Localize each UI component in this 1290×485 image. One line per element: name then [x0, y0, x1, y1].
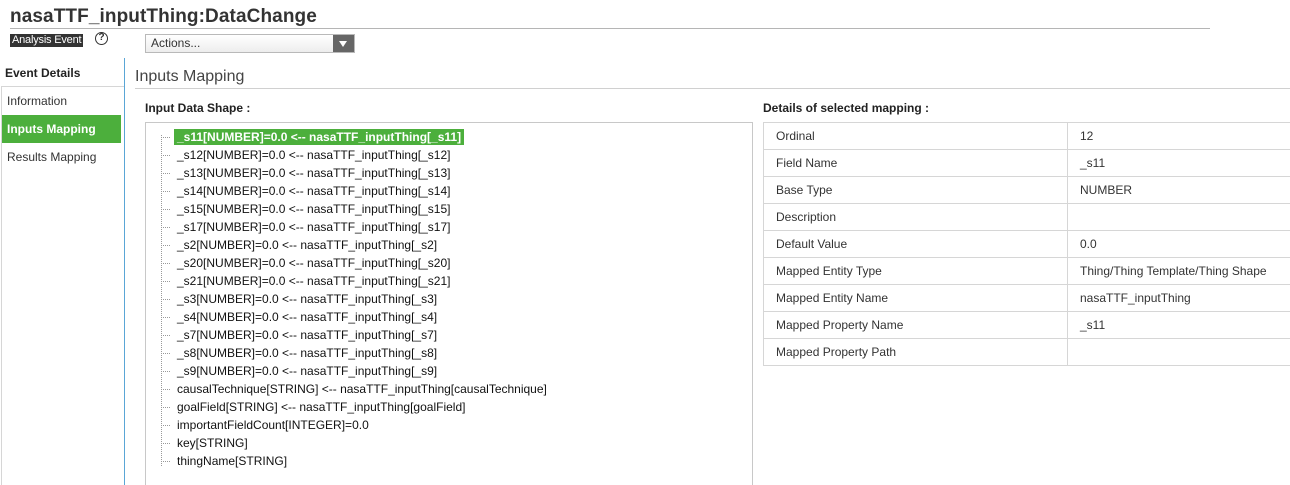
detail-value: _s11	[1067, 311, 1290, 339]
table-row: Mapped Property Path	[763, 338, 1290, 366]
table-row: Ordinal 12	[763, 122, 1290, 150]
tree-node-label: _s14[NUMBER]=0.0 <-- nasaTTF_inputThing[…	[177, 184, 451, 198]
tree-node-label: _s3[NUMBER]=0.0 <-- nasaTTF_inputThing[_…	[177, 292, 438, 306]
actions-dropdown[interactable]: Actions...	[145, 34, 355, 53]
detail-value	[1067, 338, 1290, 366]
tree-node[interactable]: _s20[NUMBER]=0.0 <-- nasaTTF_inputThing[…	[161, 254, 550, 272]
detail-key: Mapped Property Name	[763, 311, 1068, 339]
tree-node[interactable]: _s14[NUMBER]=0.0 <-- nasaTTF_inputThing[…	[161, 182, 550, 200]
detail-value: 0.0	[1067, 230, 1290, 258]
section-title: Inputs Mapping	[135, 68, 245, 85]
question-circle-icon[interactable]: ?	[95, 32, 108, 45]
detail-value: NUMBER	[1067, 176, 1290, 204]
detail-value	[1067, 203, 1290, 231]
tree-node-label: key[STRING]	[177, 436, 248, 450]
detail-key: Description	[763, 203, 1068, 231]
table-row: Field Name _s11	[763, 149, 1290, 177]
sidebar-item-information[interactable]: Information	[2, 87, 124, 115]
tree-node-label: _s13[NUMBER]=0.0 <-- nasaTTF_inputThing[…	[177, 166, 451, 180]
chevron-down-icon[interactable]	[333, 35, 354, 52]
input-data-shape-tree: _s11[NUMBER]=0.0 <-- nasaTTF_inputThing[…	[145, 122, 753, 485]
table-row: Default Value 0.0	[763, 230, 1290, 258]
tree-node-label: _s7[NUMBER]=0.0 <-- nasaTTF_inputThing[_…	[177, 328, 438, 342]
tree-node-label: _s11[NUMBER]=0.0 <-- nasaTTF_inputThing[…	[174, 129, 465, 145]
detail-key: Field Name	[763, 149, 1068, 177]
tree-node-label: _s12[NUMBER]=0.0 <-- nasaTTF_inputThing[…	[177, 148, 451, 162]
tree-node-label: _s15[NUMBER]=0.0 <-- nasaTTF_inputThing[…	[177, 202, 451, 216]
tree-node[interactable]: _s12[NUMBER]=0.0 <-- nasaTTF_inputThing[…	[161, 146, 550, 164]
tree-node[interactable]: _s21[NUMBER]=0.0 <-- nasaTTF_inputThing[…	[161, 272, 550, 290]
tree-node[interactable]: _s11[NUMBER]=0.0 <-- nasaTTF_inputThing[…	[161, 128, 550, 146]
tree-node-label: _s2[NUMBER]=0.0 <-- nasaTTF_inputThing[_…	[177, 238, 438, 252]
tree-node[interactable]: _s13[NUMBER]=0.0 <-- nasaTTF_inputThing[…	[161, 164, 550, 182]
tree-node[interactable]: _s17[NUMBER]=0.0 <-- nasaTTF_inputThing[…	[161, 218, 550, 236]
detail-key: Base Type	[763, 176, 1068, 204]
tree-node-label: _s20[NUMBER]=0.0 <-- nasaTTF_inputThing[…	[177, 256, 451, 270]
tree-node-label: _s4[NUMBER]=0.0 <-- nasaTTF_inputThing[_…	[177, 310, 438, 324]
tree-node[interactable]: _s15[NUMBER]=0.0 <-- nasaTTF_inputThing[…	[161, 200, 550, 218]
tree-node[interactable]: _s8[NUMBER]=0.0 <-- nasaTTF_inputThing[_…	[161, 344, 550, 362]
sidebar-nav: Information Inputs Mapping Results Mappi…	[1, 86, 124, 485]
tree-node-label: _s17[NUMBER]=0.0 <-- nasaTTF_inputThing[…	[177, 220, 451, 234]
tree-node[interactable]: _s7[NUMBER]=0.0 <-- nasaTTF_inputThing[_…	[161, 326, 550, 344]
tree-node[interactable]: causalTechnique[STRING] <-- nasaTTF_inpu…	[161, 380, 550, 398]
tree-node-label: _s8[NUMBER]=0.0 <-- nasaTTF_inputThing[_…	[177, 346, 438, 360]
detail-value: Thing/Thing Template/Thing Shape	[1067, 257, 1290, 285]
title-divider	[10, 28, 1210, 29]
sidebar-item-results-mapping[interactable]: Results Mapping	[2, 143, 124, 171]
detail-value: nasaTTF_inputThing	[1067, 284, 1290, 312]
table-row: Description	[763, 203, 1290, 231]
tree-node[interactable]: _s2[NUMBER]=0.0 <-- nasaTTF_inputThing[_…	[161, 236, 550, 254]
tree-node-label: goalField[STRING] <-- nasaTTF_inputThing…	[177, 400, 466, 414]
details-label: Details of selected mapping :	[763, 101, 930, 115]
detail-key: Mapped Entity Type	[763, 257, 1068, 285]
tree-node[interactable]: goalField[STRING] <-- nasaTTF_inputThing…	[161, 398, 550, 416]
table-row: Base Type NUMBER	[763, 176, 1290, 204]
tree-list: _s11[NUMBER]=0.0 <-- nasaTTF_inputThing[…	[161, 128, 550, 470]
tree-node[interactable]: key[STRING]	[161, 434, 550, 452]
tree-node-label: thingName[STRING]	[177, 454, 288, 468]
detail-key: Mapped Entity Name	[763, 284, 1068, 312]
tree-node[interactable]: _s3[NUMBER]=0.0 <-- nasaTTF_inputThing[_…	[161, 290, 550, 308]
page-title: nasaTTF_inputThing:DataChange	[10, 6, 317, 27]
input-data-shape-label: Input Data Shape :	[145, 101, 251, 115]
tree-node[interactable]: _s9[NUMBER]=0.0 <-- nasaTTF_inputThing[_…	[161, 362, 550, 380]
detail-key: Ordinal	[763, 122, 1068, 150]
detail-key: Default Value	[763, 230, 1068, 258]
tree-node-label: importantFieldCount[INTEGER]=0.0	[177, 418, 369, 432]
mapping-details-table: Ordinal 12 Field Name _s11 Base Type NUMBER De…	[763, 122, 1290, 366]
sidebar-title: Event Details	[5, 66, 81, 80]
section-divider	[135, 88, 1290, 89]
table-row: Mapped Entity Type Thing/Thing Template/T…	[763, 257, 1290, 285]
event-type-badge: Analysis Event	[10, 34, 84, 47]
table-row: Mapped Property Name _s11	[763, 311, 1290, 339]
tree-node[interactable]: thingName[STRING]	[161, 452, 550, 470]
tree-node[interactable]: importantFieldCount[INTEGER]=0.0	[161, 416, 550, 434]
event-details-sidebar: Event Details Information Inputs Mapping…	[0, 58, 125, 485]
detail-value: _s11	[1067, 149, 1290, 177]
detail-value: 12	[1067, 122, 1290, 150]
tree-node-label: _s9[NUMBER]=0.0 <-- nasaTTF_inputThing[_…	[177, 364, 438, 378]
tree-node[interactable]: _s4[NUMBER]=0.0 <-- nasaTTF_inputThing[_…	[161, 308, 550, 326]
detail-key: Mapped Property Path	[763, 338, 1068, 366]
actions-dropdown-label: Actions...	[151, 36, 201, 50]
tree-node-label: _s21[NUMBER]=0.0 <-- nasaTTF_inputThing[…	[177, 274, 451, 288]
tree-node-label: causalTechnique[STRING] <-- nasaTTF_inpu…	[177, 382, 547, 396]
table-row: Mapped Entity Name nasaTTF_inputThing	[763, 284, 1290, 312]
sidebar-item-inputs-mapping[interactable]: Inputs Mapping	[2, 115, 121, 143]
